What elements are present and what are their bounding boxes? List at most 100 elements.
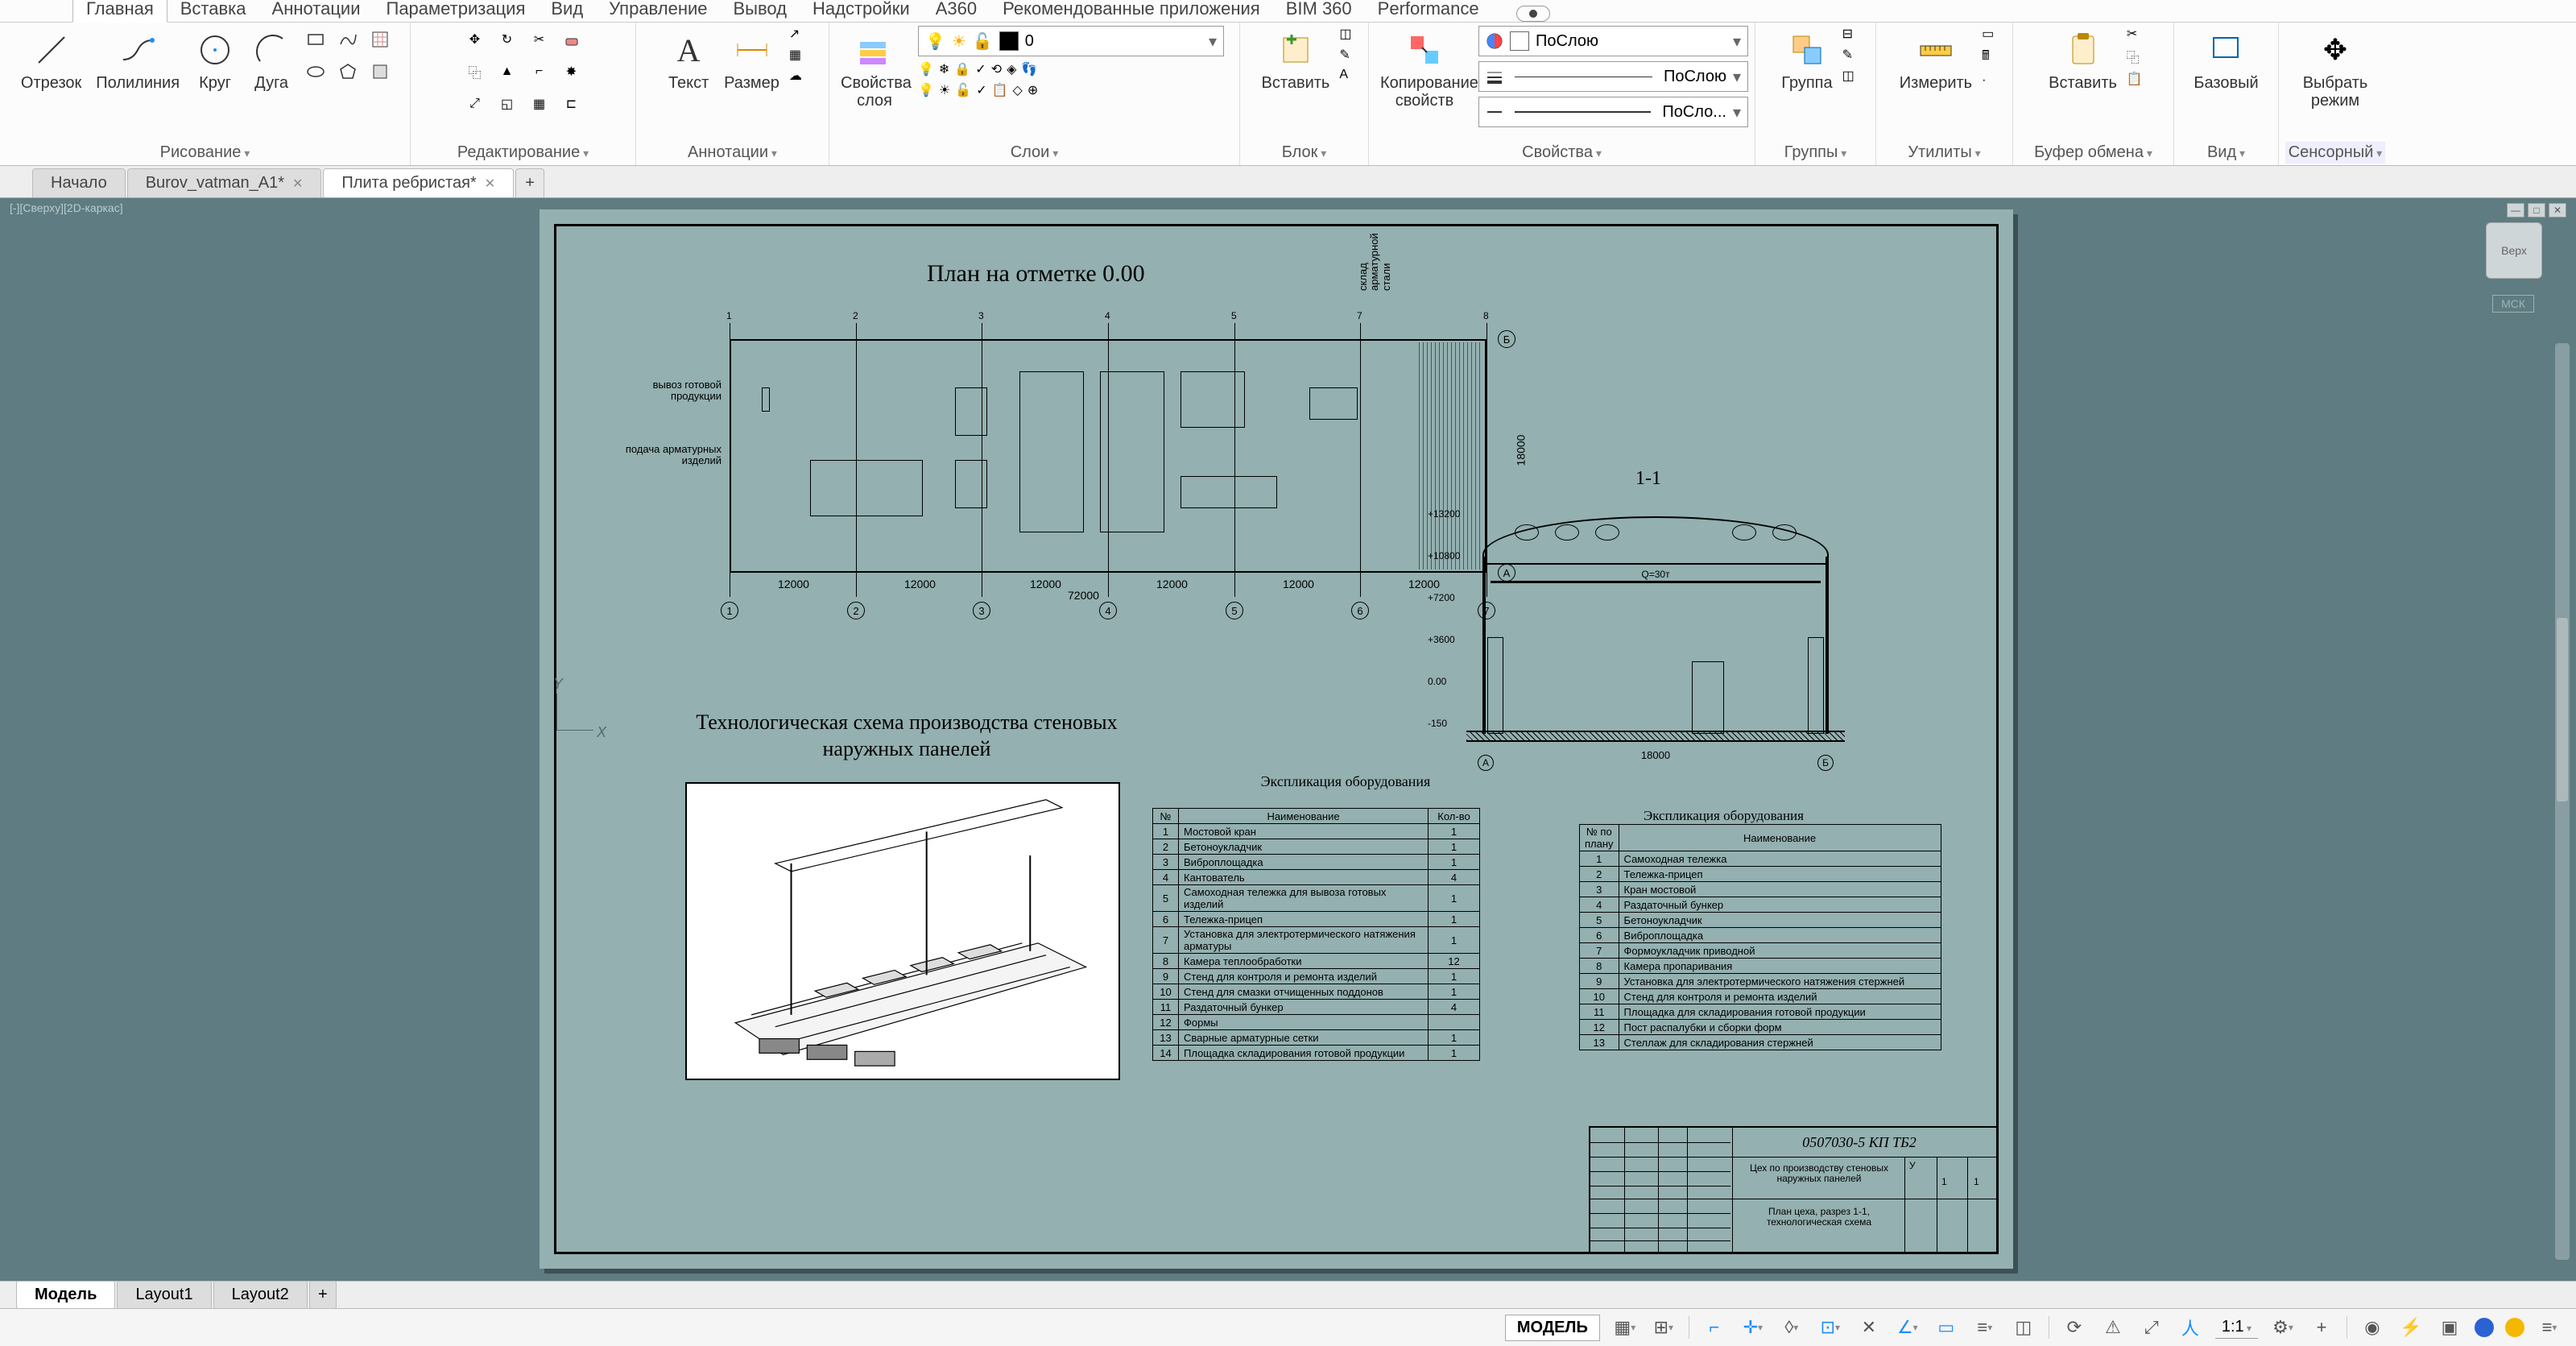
viewcube[interactable]: Верх [2486,222,2542,279]
attr-icon[interactable]: A [1339,68,1351,82]
drawing-area[interactable]: [-][Сверху][2D-каркас] —□✕ Верх МСК План… [0,198,2576,1308]
close-icon[interactable]: ✕ [292,176,303,192]
layer-props-button[interactable]: Свойства слоя [836,26,913,113]
scale-icon[interactable]: ◱ [494,90,521,118]
transparency-toggle[interactable]: ◫ [2010,1314,2037,1341]
panel-groups-title[interactable]: Группы [1762,142,1869,164]
ribbon-tab-0[interactable]: Главная [72,0,167,23]
offset-icon[interactable]: ⊏ [558,90,585,118]
trim-icon[interactable]: ✂ [526,26,553,53]
layer-thaw-icon[interactable]: ☀ [939,82,950,98]
cycle-toggle[interactable]: ⟳ [2061,1314,2088,1341]
measure-button[interactable]: Измерить [1895,26,1977,95]
panel-layers-title[interactable]: Слои [836,142,1233,164]
cut-icon[interactable]: ✂ [2127,26,2143,42]
region-icon[interactable] [366,58,394,85]
cloud-dot[interactable] [2475,1318,2494,1337]
baseview-button[interactable]: Базовый [2189,26,2263,95]
ribbon-tab-10[interactable]: BIM 360 [1273,0,1365,22]
close-icon[interactable]: ✕ [485,176,495,192]
ortho-toggle[interactable]: ⌐ [1701,1314,1728,1341]
panel-props-title[interactable]: Свойства [1375,142,1748,164]
layer-state-icon[interactable]: 📋 [992,82,1008,98]
clean-screen[interactable]: ▣ [2436,1314,2463,1341]
polyline-button[interactable]: Полилиния [91,26,184,95]
layer-iso-icon[interactable]: ◈ [1007,61,1016,77]
ribbon-tab-2[interactable]: Аннотации [259,0,374,22]
edit-block-icon[interactable]: ✎ [1339,47,1351,63]
modelspace-button[interactable]: МОДЕЛЬ [1505,1315,1600,1341]
osnap-toggle[interactable]: ⊡ [1817,1314,1844,1341]
ribbon-tab-1[interactable]: Вставка [167,0,259,22]
explode-icon[interactable]: ✸ [558,58,585,85]
layer-prev-icon[interactable]: ⟲ [991,61,1002,77]
layer-lock-icon[interactable]: 🔒 [954,61,970,77]
copy-icon[interactable]: ⿻ [461,58,489,85]
layer-combo[interactable]: 💡☀🔓0▾ [918,26,1224,56]
text-button[interactable]: AТекст [663,26,714,95]
touch-button[interactable]: ✥Выбрать режим [2294,26,2376,113]
new-tab-button[interactable]: + [515,168,544,197]
select-icon[interactable]: ▭ [1982,26,1994,42]
vertical-scrollbar[interactable] [2555,343,2570,1260]
customize-status[interactable]: ≡ [2536,1314,2563,1341]
layer-curr-icon[interactable]: ✓ [976,82,986,98]
layer-unlock-icon[interactable]: 🔓 [955,82,971,98]
create-block-icon[interactable]: ◫ [1339,26,1351,42]
3dosnap-toggle[interactable]: ✕ [1855,1314,1883,1341]
polygon-icon[interactable] [334,58,362,85]
group-edit-icon[interactable]: ✎ [1842,47,1854,63]
layer-uniso-icon[interactable]: ◇ [1013,82,1023,98]
ungroup-icon[interactable]: ⊟ [1842,26,1854,42]
stretch-icon[interactable]: ⤢ [461,90,489,118]
viewport-hint[interactable]: [-][Сверху][2D-каркас] [10,201,123,214]
paste-spec-icon[interactable]: 📋 [2127,71,2143,87]
linetype-combo[interactable]: ПоСло...▾ [1478,97,1748,127]
panel-modify-title[interactable]: Редактирование [417,142,629,164]
point-icon[interactable]: · [1982,73,1994,88]
iso-toggle[interactable]: ◊ [1778,1314,1805,1341]
polar-toggle[interactable]: ✛ [1739,1314,1767,1341]
insert-block-button[interactable]: Вставить [1257,26,1335,95]
hatch-icon[interactable] [366,26,394,53]
help-pill[interactable] [1516,6,1550,22]
layout-tab-2[interactable]: Layout2 [213,1281,308,1309]
paste-button[interactable]: Вставить [2044,26,2122,95]
layer-merge-icon[interactable]: ⊕ [1028,82,1038,98]
spline-icon[interactable] [334,26,362,53]
layer-walk-icon[interactable]: 👣 [1021,61,1037,77]
rotate-icon[interactable]: ↻ [494,26,521,53]
array-icon[interactable]: ▦ [526,90,553,118]
ribbon-tab-11[interactable]: Performance [1365,0,1492,22]
file-tab-0[interactable]: Начало [32,168,126,197]
layer-on-icon[interactable]: 💡 [918,82,934,98]
ribbon-tab-9[interactable]: Рекомендованные приложения [990,0,1273,22]
annoscale-toggle[interactable]: 人 [2177,1314,2204,1341]
annomon2[interactable]: + [2308,1314,2335,1341]
panel-clip-title[interactable]: Буфер обмена [2020,142,2167,164]
color-combo[interactable]: ПоСлою▾ [1478,26,1748,56]
ribbon-tab-8[interactable]: A360 [923,0,990,22]
lineweight-combo[interactable]: ПоСлою▾ [1478,61,1748,92]
dyn-input-toggle[interactable]: ▭ [1933,1314,1960,1341]
matchprop-button[interactable]: Копирование свойств [1375,26,1474,113]
ws-switch[interactable]: ⚙ [2269,1314,2297,1341]
grid-toggle[interactable]: ▦ [1611,1314,1639,1341]
min-icon[interactable]: — [2507,203,2524,217]
calc-icon[interactable]: 🖩 [1982,47,1994,68]
layer-off-icon[interactable]: 💡 [918,61,934,77]
group-button[interactable]: Группа [1776,26,1837,95]
autoscale-toggle[interactable]: ⤢ [2138,1314,2165,1341]
copy-clip-icon[interactable]: ⿻ [2127,47,2143,66]
snap-toggle[interactable]: ⊞ [1650,1314,1677,1341]
fillet-icon[interactable]: ⌐ [526,58,553,85]
lwt-toggle[interactable]: ≡ [1971,1314,1999,1341]
layout-tab-1[interactable]: Layout1 [117,1281,211,1309]
layer-match-icon[interactable]: ✓ [975,61,986,77]
mirror-icon[interactable]: ▲ [494,58,521,85]
new-layout-button[interactable]: + [309,1281,337,1309]
annomon-toggle[interactable]: ⚠ [2099,1314,2127,1341]
ribbon-tab-5[interactable]: Управление [596,0,720,22]
panel-block-title[interactable]: Блок [1247,142,1362,164]
dimension-button[interactable]: Размер [719,26,784,95]
